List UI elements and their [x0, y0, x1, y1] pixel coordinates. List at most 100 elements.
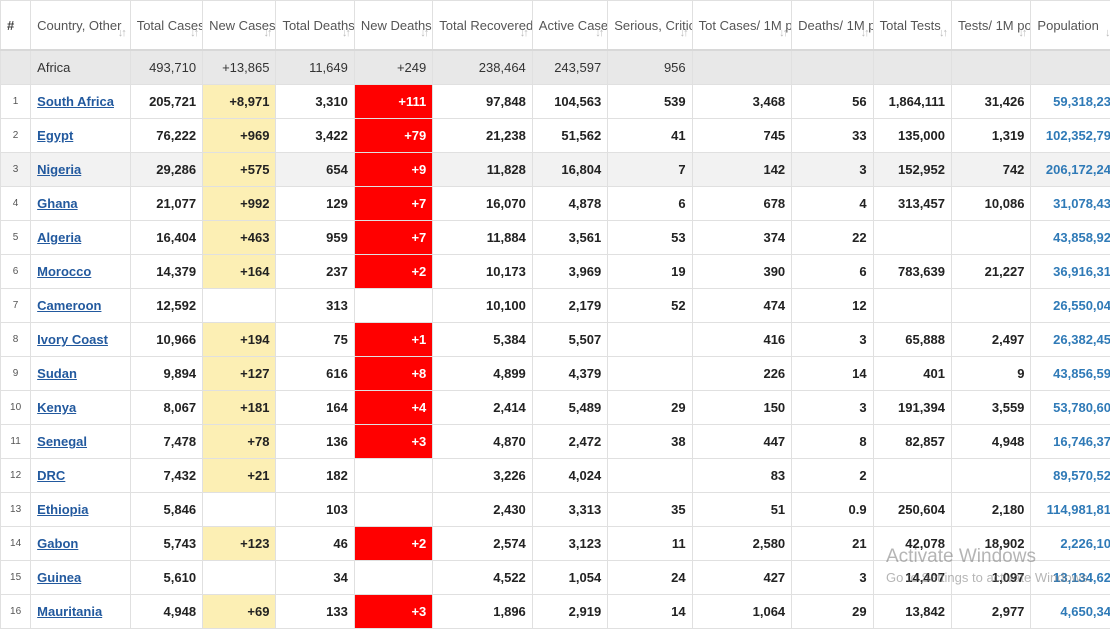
sort-arrows-icon[interactable]: ↓↑: [595, 25, 602, 42]
cell-cases-per-1m: 374: [692, 221, 792, 255]
country-link[interactable]: Nigeria: [37, 162, 81, 177]
country-link[interactable]: South Africa: [37, 94, 114, 109]
column-header-4[interactable]: Total Deaths↓↑: [276, 1, 354, 51]
cell-new-deaths: +4: [354, 391, 432, 425]
column-header-8[interactable]: Serious, Critical↓↑: [608, 1, 692, 51]
cell-total-recovered: 2,430: [433, 493, 533, 527]
table-body: Africa493,710+13,86511,649+249238,464243…: [1, 50, 1110, 629]
cell-total-recovered: 10,100: [433, 289, 533, 323]
cell-population: 53,780,60: [1031, 391, 1110, 425]
cell-tests-per-1m: [952, 459, 1031, 493]
sort-arrows-icon[interactable]: ↓↑: [861, 25, 868, 42]
country-link[interactable]: Cameroon: [37, 298, 101, 313]
column-header-2[interactable]: Total Cases↓↑: [130, 1, 202, 51]
sort-arrows-icon[interactable]: ↓↑: [263, 25, 270, 42]
cell-active-cases: 2,919: [532, 595, 607, 629]
country-link[interactable]: Mauritania: [37, 604, 102, 619]
sort-arrows-icon[interactable]: ↓↑: [680, 25, 687, 42]
cell-active-cases: 3,969: [532, 255, 607, 289]
cell-tests-per-1m: 2,180: [952, 493, 1031, 527]
sort-arrows-icon[interactable]: ↓↑: [939, 25, 946, 42]
country-cell: Ivory Coast: [31, 323, 131, 357]
country-link[interactable]: Egypt: [37, 128, 73, 143]
cell-cases-per-1m: 2,580: [692, 527, 792, 561]
column-header-12[interactable]: Tests/ 1M pop↓↑: [952, 1, 1031, 51]
cell-cases-per-1m: 51: [692, 493, 792, 527]
column-header-1[interactable]: Country, Other↓↑: [31, 1, 131, 51]
table-row: 13Ethiopia5,8461032,4303,31335510.9250,6…: [1, 493, 1110, 527]
cell-active-cases: 3,123: [532, 527, 607, 561]
cell-total-deaths: 313: [276, 289, 354, 323]
row-index: 5: [1, 221, 31, 255]
table-row: 15Guinea5,610344,5221,05424427314,4071,0…: [1, 561, 1110, 595]
cell-total-cases: 76,222: [130, 119, 202, 153]
continent-name: Africa: [31, 50, 131, 85]
sort-arrows-icon[interactable]: ↓↑: [520, 25, 527, 42]
column-header-5[interactable]: New Deaths↓↑: [354, 1, 432, 51]
country-link[interactable]: Ivory Coast: [37, 332, 108, 347]
sort-arrows-icon[interactable]: ↓↑: [420, 25, 427, 42]
country-link[interactable]: Gabon: [37, 536, 78, 551]
country-link[interactable]: Sudan: [37, 366, 77, 381]
country-link[interactable]: Ghana: [37, 196, 77, 211]
country-cell: Egypt: [31, 119, 131, 153]
cell-population: 43,856,59: [1031, 357, 1110, 391]
cell-total-recovered: 11,828: [433, 153, 533, 187]
country-link[interactable]: Kenya: [37, 400, 76, 415]
sort-arrows-icon[interactable]: ↓↑: [779, 25, 786, 42]
sort-arrows-icon[interactable]: ↓↑: [118, 25, 125, 42]
cell-serious: 53: [608, 221, 692, 255]
table-row: 7Cameroon12,59231310,1002,179524741226,5…: [1, 289, 1110, 323]
cell-deaths-per-1m: 6: [792, 255, 873, 289]
sort-arrows-icon[interactable]: ↓↑: [1018, 25, 1025, 42]
column-header-11[interactable]: Total Tests↓↑: [873, 1, 951, 51]
column-header-7[interactable]: Active Cases↓↑: [532, 1, 607, 51]
sort-arrows-icon[interactable]: ↓↑: [190, 25, 197, 42]
cell-total-cases: 10,966: [130, 323, 202, 357]
cell-total-deaths: 103: [276, 493, 354, 527]
cell-new-cases: +181: [203, 391, 276, 425]
cell-serious: 6: [608, 187, 692, 221]
country-link[interactable]: Ethiopia: [37, 502, 88, 517]
cell-new-deaths: +9: [354, 153, 432, 187]
cell-active-cases: 5,507: [532, 323, 607, 357]
cell-population: 114,981,81: [1031, 493, 1110, 527]
cell-deaths-per-1m: 3: [792, 391, 873, 425]
cell-tests-per-1m: 10,086: [952, 187, 1031, 221]
cell-new-deaths: +2: [354, 255, 432, 289]
cell-serious: [608, 357, 692, 391]
cell-serious: 19: [608, 255, 692, 289]
column-header-9[interactable]: Tot Cases/ 1M pop↓↑: [692, 1, 792, 51]
sort-arrows-icon[interactable]: ↓↑: [1105, 25, 1110, 42]
column-header-10[interactable]: Deaths/ 1M pop↓↑: [792, 1, 873, 51]
cell-population: 206,172,24: [1031, 153, 1110, 187]
country-cell: Sudan: [31, 357, 131, 391]
cell-total-deaths: 237: [276, 255, 354, 289]
row-index: 9: [1, 357, 31, 391]
country-link[interactable]: Algeria: [37, 230, 81, 245]
country-link[interactable]: Morocco: [37, 264, 91, 279]
cell-total-cases: 205,721: [130, 85, 202, 119]
column-header-13[interactable]: Population↓↑: [1031, 1, 1110, 51]
country-link[interactable]: DRC: [37, 468, 65, 483]
cell-total-tests: 135,000: [873, 119, 951, 153]
cell-active-cases: 1,054: [532, 561, 607, 595]
sort-arrows-icon[interactable]: ↓↑: [342, 25, 349, 42]
row-index: 1: [1, 85, 31, 119]
cell-new-deaths: +3: [354, 595, 432, 629]
country-cell: Morocco: [31, 255, 131, 289]
country-link[interactable]: Guinea: [37, 570, 81, 585]
cell-total-cases: 16,404: [130, 221, 202, 255]
row-index: 12: [1, 459, 31, 493]
country-link[interactable]: Senegal: [37, 434, 87, 449]
cell-tests-per-1m: 9: [952, 357, 1031, 391]
cell-new-deaths: [354, 561, 432, 595]
column-header-6[interactable]: Total Recovered↓↑: [433, 1, 533, 51]
cell-total-cases: 7,432: [130, 459, 202, 493]
cell-cases-per-1m: 416: [692, 323, 792, 357]
cell-population: 31,078,43: [1031, 187, 1110, 221]
column-header-3[interactable]: New Cases↓↑: [203, 1, 276, 51]
cell-deaths-per-1m: 2: [792, 459, 873, 493]
cell-tests-per-1m: [952, 289, 1031, 323]
column-header-label: New Deaths: [361, 17, 426, 34]
